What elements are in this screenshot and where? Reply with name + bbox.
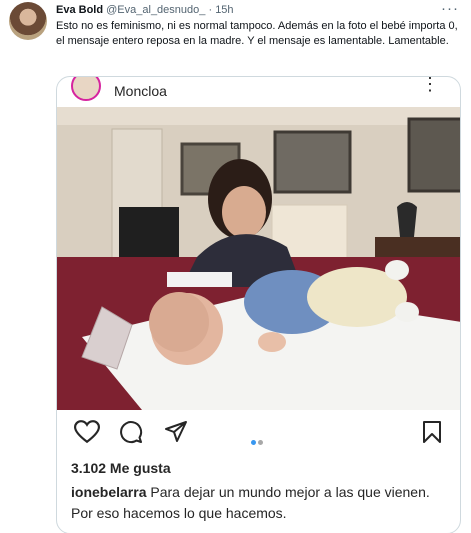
- likes-count[interactable]: 3.102 Me gusta: [71, 460, 171, 476]
- avatar[interactable]: [9, 2, 47, 40]
- instagram-embed[interactable]: Moncloa ⋮ 3.102 Me gusta ionebelarra Par…: [56, 76, 461, 533]
- carousel-dot-active: [251, 440, 256, 445]
- tweet-time[interactable]: 15h: [215, 4, 233, 16]
- more-horizontal-icon[interactable]: ···: [441, 0, 459, 17]
- post-actions: [57, 410, 460, 460]
- post-caption: ionebelarra Para dejar un mundo mejor a …: [71, 482, 451, 524]
- post-location[interactable]: Moncloa: [114, 83, 167, 99]
- tweet-text: Esto no es feminismo, ni es normal tampo…: [56, 20, 458, 47]
- comment-icon[interactable]: [119, 420, 143, 444]
- separator: ·: [208, 4, 213, 16]
- instagram-header: Moncloa ⋮: [57, 77, 460, 107]
- share-icon[interactable]: [164, 420, 188, 444]
- caption-username[interactable]: ionebelarra: [71, 484, 146, 500]
- heart-icon[interactable]: [74, 420, 100, 444]
- tweet-header: Eva Bold @Eva_al_desnudo_ · 15h: [56, 3, 234, 17]
- post-photo[interactable]: [57, 107, 460, 410]
- carousel-indicator: [251, 432, 265, 450]
- carousel-dot: [258, 440, 263, 445]
- author-handle[interactable]: @Eva_al_desnudo_: [106, 4, 205, 16]
- avatar[interactable]: [71, 77, 101, 101]
- tweet: Eva Bold @Eva_al_desnudo_ · 15h ··· Esto…: [0, 0, 471, 533]
- bookmark-icon[interactable]: [422, 420, 442, 444]
- more-vertical-icon[interactable]: ⋮: [421, 77, 440, 95]
- author-name[interactable]: Eva Bold: [56, 4, 103, 16]
